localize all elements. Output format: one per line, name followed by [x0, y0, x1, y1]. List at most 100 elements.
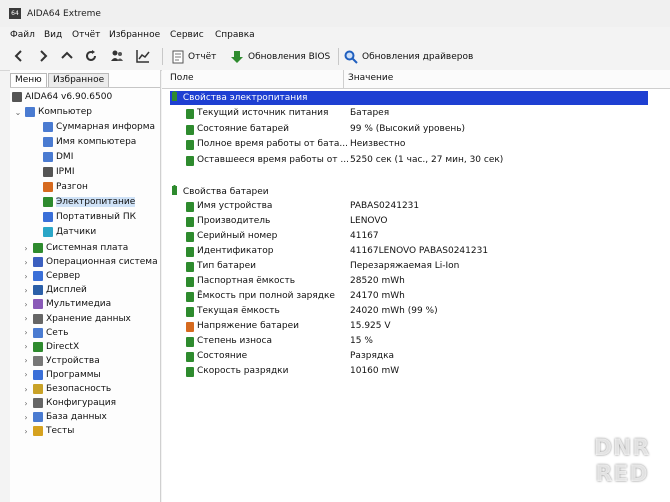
tree-item-label: DirectX: [46, 341, 80, 352]
report-button[interactable]: Отчёт: [172, 48, 216, 65]
tree-item-directx[interactable]: › DirectX: [22, 340, 79, 354]
tree-item-config[interactable]: › Конфигурация: [22, 396, 116, 410]
property-value: Разрядка: [350, 351, 395, 361]
tree-item-storage[interactable]: › Хранение данных: [22, 312, 131, 326]
section-battery-properties[interactable]: Свойства батареи: [170, 185, 269, 199]
chart-icon[interactable]: [136, 49, 150, 63]
column-value[interactable]: Значение: [348, 73, 393, 83]
back-icon[interactable]: [12, 49, 26, 63]
tree-item-computer-name[interactable]: Имя компьютера: [43, 135, 136, 149]
expand-icon[interactable]: ›: [22, 427, 30, 436]
menu-view[interactable]: Вид: [44, 30, 62, 40]
tree-item-label: Датчики: [56, 227, 97, 237]
property-row[interactable]: Имя устройства PABAS0241231: [162, 199, 670, 214]
menu-bar: Файл Вид Отчёт Избранное Сервис Справка: [0, 27, 670, 43]
tree-item-power[interactable]: Электропитание: [43, 195, 136, 209]
expand-icon[interactable]: ›: [22, 342, 30, 351]
tree-item-overclock[interactable]: Разгон: [43, 180, 88, 194]
tab-favorites[interactable]: Избранное: [48, 73, 110, 87]
power-icon: [43, 197, 53, 207]
expand-icon[interactable]: ›: [22, 258, 30, 267]
tree-item-devices[interactable]: › Устройства: [22, 354, 100, 368]
tree-item-sensor[interactable]: Датчики: [43, 225, 96, 239]
section-power-properties[interactable]: Свойства электропитания: [170, 91, 648, 105]
expand-icon[interactable]: ›: [22, 356, 30, 365]
property-row[interactable]: Скорость разрядки 10160 mW: [162, 364, 670, 379]
toolbar-separator: [162, 48, 163, 65]
dmi-icon: [43, 152, 53, 162]
menu-help[interactable]: Справка: [215, 30, 255, 40]
tree-item-laptop[interactable]: Портативный ПК: [43, 210, 136, 224]
property-row[interactable]: Идентификатор 41167LENOVO PABAS0241231: [162, 244, 670, 259]
property-row[interactable]: Производитель LENOVO: [162, 214, 670, 229]
column-divider[interactable]: [343, 70, 344, 88]
menu-tools[interactable]: Сервис: [170, 30, 204, 40]
tree-item-database[interactable]: › База данных: [22, 410, 107, 424]
bios-update-button[interactable]: Обновления BIOS: [230, 48, 330, 65]
property-row[interactable]: Оставшееся время работы от ... 5250 сек (…: [162, 153, 670, 168]
tree-item-ipmi[interactable]: IPMI: [43, 165, 75, 179]
property-row[interactable]: Ёмкость при полной зарядке 24170 mWh: [162, 289, 670, 304]
forward-icon[interactable]: [36, 49, 50, 63]
refresh-icon[interactable]: [84, 49, 98, 63]
tree-item-root[interactable]: AIDA64 v6.90.6500: [12, 90, 112, 104]
menu-report[interactable]: Отчёт: [72, 30, 100, 40]
driver-update-button[interactable]: Обновления драйверов: [344, 48, 473, 65]
property-row[interactable]: Состояние Разрядка: [162, 349, 670, 364]
ipmi-icon: [43, 167, 53, 177]
property-row[interactable]: Степень износа 15 %: [162, 334, 670, 349]
property-value: 10160 mW: [350, 366, 400, 376]
property-row[interactable]: Полное время работы от бата... Неизвестно: [162, 137, 670, 152]
tree-item-motherboard[interactable]: › Системная плата: [22, 241, 128, 255]
up-icon[interactable]: [60, 49, 74, 63]
tree-item-server[interactable]: › Сервер: [22, 269, 80, 283]
tab-menu[interactable]: Меню: [10, 73, 47, 87]
navigation-panel: Меню Избранное AIDA64 v6.90.6500 ⌄ Компьют…: [10, 70, 161, 502]
property-row[interactable]: Серийный номер 41167: [162, 229, 670, 244]
property-value: 24170 mWh: [350, 291, 405, 301]
property-row[interactable]: Напряжение батареи 15.925 V: [162, 319, 670, 334]
expand-icon[interactable]: ›: [22, 328, 30, 337]
tree-item-label: Суммарная информа: [56, 122, 156, 132]
expand-icon[interactable]: ›: [22, 399, 30, 408]
column-field[interactable]: Поле: [170, 73, 194, 83]
expand-icon[interactable]: ›: [22, 314, 30, 323]
expand-icon[interactable]: ›: [22, 286, 30, 295]
property-row[interactable]: Состояние батарей 99 % (Высокий уровень): [162, 122, 670, 137]
expand-icon[interactable]: ›: [22, 385, 30, 394]
expand-icon[interactable]: ›: [22, 370, 30, 379]
tree-item-benchmark[interactable]: › Тесты: [22, 424, 74, 438]
tree-item-network[interactable]: › Сеть: [22, 326, 68, 340]
tree-item-display[interactable]: › Дисплей: [22, 283, 87, 297]
menu-file[interactable]: Файл: [10, 30, 35, 40]
property-row[interactable]: Тип батареи Перезаряжаемая Li-Ion: [162, 259, 670, 274]
tree-item-os[interactable]: › Операционная система: [22, 255, 158, 269]
property-row[interactable]: Паспортная ёмкость 28520 mWh: [162, 274, 670, 289]
expand-icon[interactable]: ›: [22, 244, 30, 253]
tree-item-computer[interactable]: ⌄ Компьютер: [14, 105, 92, 119]
property-field: Идентификатор: [197, 246, 274, 256]
expand-icon[interactable]: ›: [22, 413, 30, 422]
property-row[interactable]: Текущий источник питания Батарея: [162, 106, 670, 121]
tree-item-label: Разгон: [56, 182, 88, 192]
tree-item-security[interactable]: › Безопасность: [22, 382, 111, 396]
property-value: Батарея: [350, 108, 390, 118]
tree-item-multimedia[interactable]: › Мультимедиа: [22, 297, 111, 311]
user-icon[interactable]: [110, 49, 124, 63]
tree-item-label: Электропитание: [56, 197, 136, 207]
tree-item-dmi[interactable]: DMI: [43, 150, 73, 164]
collapse-icon[interactable]: ⌄: [14, 108, 22, 117]
property-field: Напряжение батареи: [197, 321, 299, 331]
section-title: Свойства электропитания: [182, 93, 308, 103]
property-field: Состояние: [197, 351, 248, 361]
property-row[interactable]: Текущая ёмкость 24020 mWh (99 %): [162, 304, 670, 319]
battery-icon: [186, 307, 194, 317]
voltage-icon: [186, 322, 194, 332]
tree-item-summary[interactable]: Суммарная информа: [43, 120, 155, 134]
expand-icon[interactable]: ›: [22, 272, 30, 281]
expand-icon[interactable]: ›: [22, 300, 30, 309]
section-title: Свойства батареи: [182, 187, 269, 197]
menu-favorites[interactable]: Избранное: [109, 30, 160, 40]
property-field: Состояние батарей: [197, 123, 289, 134]
tree-item-software[interactable]: › Программы: [22, 368, 101, 382]
